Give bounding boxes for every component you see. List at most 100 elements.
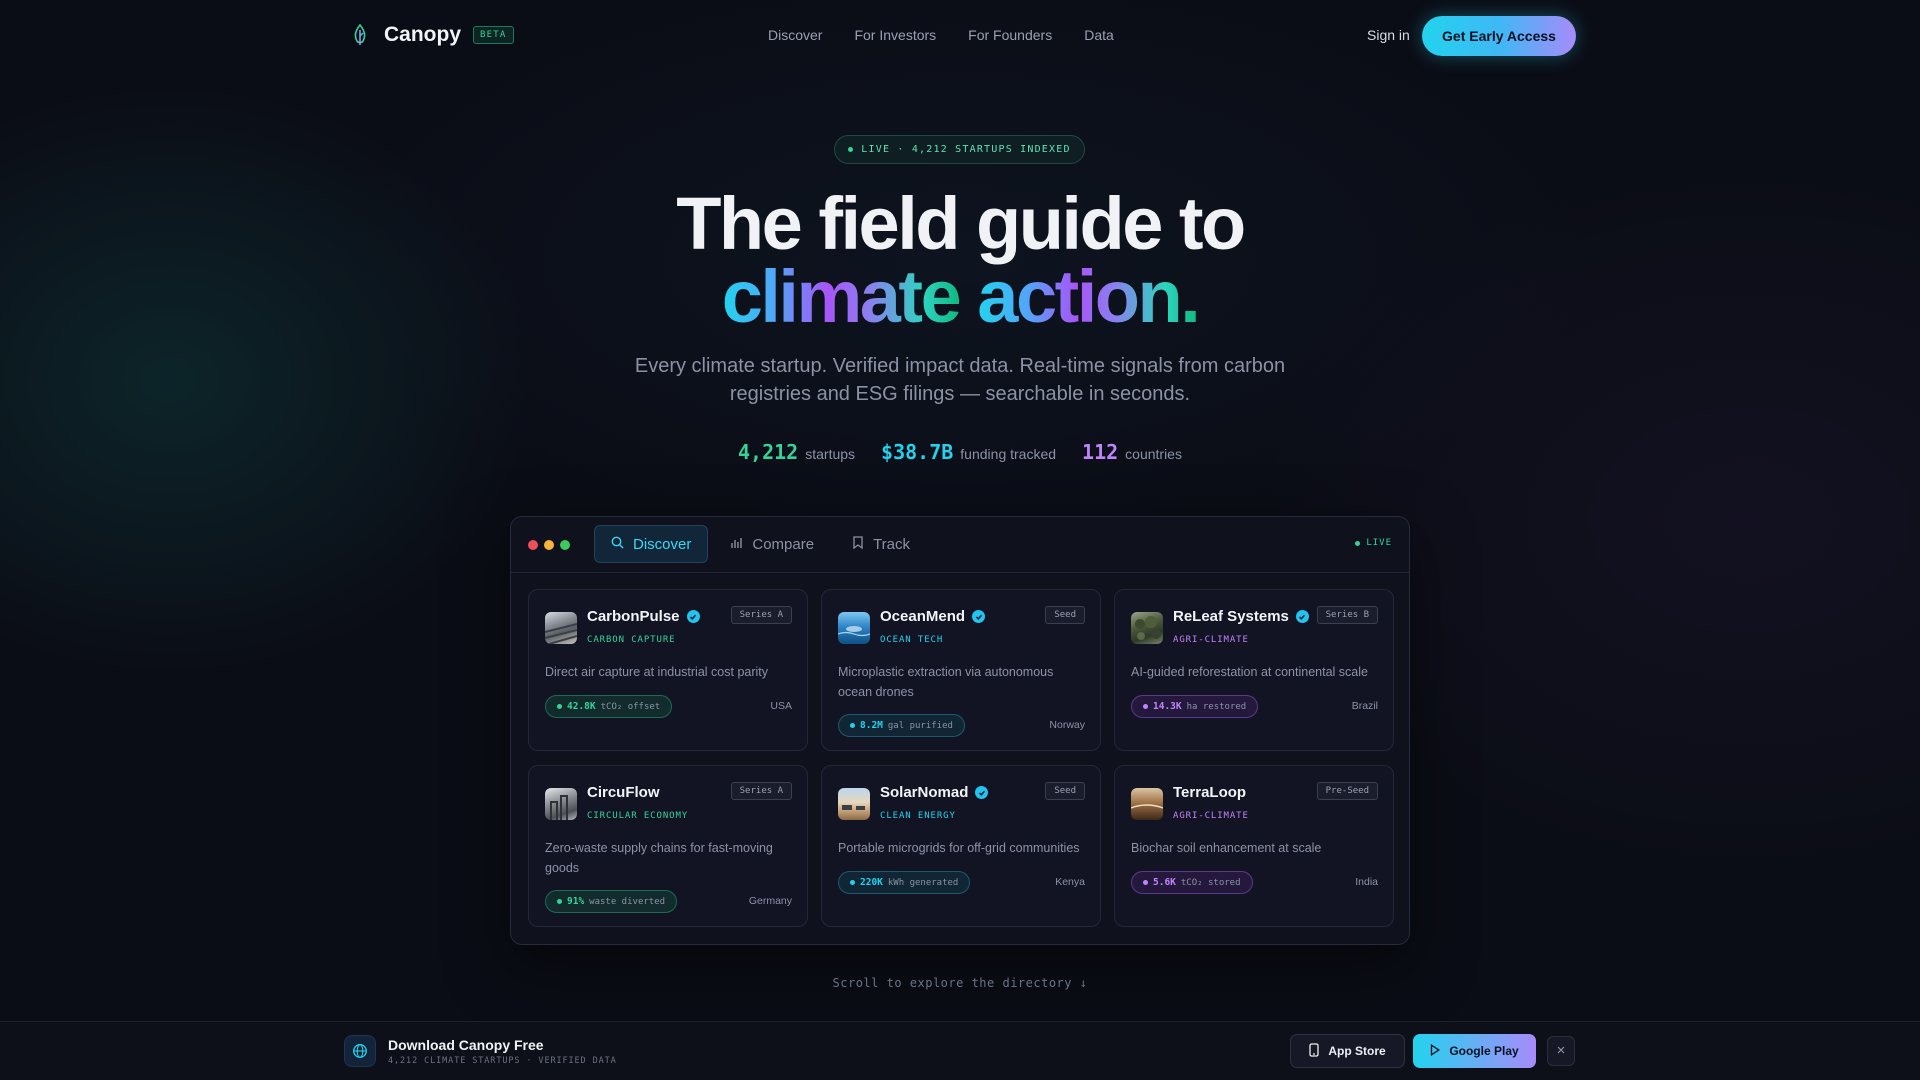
window-toolbar: Discover Compare Track LIVE [511, 517, 1409, 573]
stat-label: startups [805, 446, 856, 462]
top-nav: Canopy BETA Discover For Investors For F… [0, 0, 1920, 72]
scroll-hint[interactable]: Scroll to explore the directory ↓ [0, 976, 1920, 990]
company-country: Norway [1049, 719, 1085, 731]
startup-card-oceanmend[interactable]: OceanMend OCEAN TECH Seed Microplastic e… [821, 589, 1101, 751]
live-pill-text: LIVE · 4,212 STARTUPS INDEXED [861, 144, 1071, 155]
company-description: Biochar soil enhancement at scale [1131, 841, 1322, 855]
impact-metric-pill: 8.2M gal purified [838, 714, 965, 737]
startup-card-grid: CarbonPulse CARBON CAPTURE Series A Dire… [528, 589, 1394, 927]
company-category: CLEAN ENERGY [880, 811, 956, 821]
metric-dot-icon [557, 899, 562, 904]
brand[interactable]: Canopy BETA [348, 23, 514, 47]
hero-title-line2: climate action. [0, 260, 1920, 334]
startup-card-circuflow[interactable]: CircuFlow CIRCULAR ECONOMY Series A Zero… [528, 765, 808, 927]
tab-track[interactable]: Track [836, 525, 926, 563]
nav-link-for-investors[interactable]: For Investors [854, 27, 936, 43]
bar-chart-icon [730, 536, 743, 553]
bookmark-icon [852, 535, 864, 553]
search-icon [611, 536, 624, 553]
company-name-row: CircuFlow [587, 784, 660, 801]
window-controls [528, 540, 570, 550]
play-icon [1430, 1043, 1441, 1059]
company-name: CarbonPulse [587, 608, 680, 625]
brand-name: Canopy [384, 23, 462, 46]
nav-link-data[interactable]: Data [1084, 27, 1114, 43]
verified-check-icon [1295, 610, 1309, 623]
verified-check-icon [975, 786, 989, 799]
company-logo-circuflow [545, 788, 577, 820]
company-country: India [1355, 876, 1378, 888]
startup-card-releaf-systems[interactable]: ReLeaf Systems AGRI-CLIMATE Series B AI-… [1114, 589, 1394, 751]
google-play-button[interactable]: Google Play [1413, 1034, 1536, 1068]
stat-label: funding tracked [960, 446, 1057, 462]
metric-dot-icon [850, 723, 855, 728]
metric-dot-icon [557, 704, 562, 709]
nav-links: Discover For Investors For Founders Data [768, 27, 1114, 43]
tab-compare[interactable]: Compare [714, 525, 830, 563]
company-name-row: ReLeaf Systems [1173, 608, 1309, 625]
metric-value: 42.8K [567, 701, 596, 712]
tab-label: Discover [633, 535, 692, 553]
leaf-logo-icon [348, 23, 372, 47]
stat-startups: 4,212 startups [738, 440, 855, 464]
nav-link-for-founders[interactable]: For Founders [968, 27, 1052, 43]
company-category: CIRCULAR ECONOMY [587, 811, 689, 821]
live-dot-icon [1355, 540, 1361, 546]
funding-stage-badge: Pre-Seed [1316, 782, 1378, 800]
funding-stage-badge: Series A [730, 782, 792, 800]
startup-card-terraloop[interactable]: TerraLoop AGRI-CLIMATE Pre-Seed Biochar … [1114, 765, 1394, 927]
company-country: Kenya [1055, 876, 1085, 888]
get-early-access-button[interactable]: Get Early Access [1422, 16, 1576, 56]
app-store-button[interactable]: App Store [1290, 1034, 1405, 1068]
company-name: ReLeaf Systems [1173, 608, 1289, 625]
beta-badge: BETA [473, 26, 514, 44]
sign-in-link[interactable]: Sign in [1367, 27, 1410, 43]
hero-title-line1: The field guide to [676, 182, 1246, 265]
stat-label: countries [1125, 446, 1182, 462]
company-country: Brazil [1351, 700, 1378, 712]
funding-stage-badge: Seed [1045, 782, 1085, 800]
company-category: CARBON CAPTURE [587, 635, 676, 645]
hero-title-word-action: action. [977, 255, 1200, 338]
metric-unit: ha restored [1186, 701, 1247, 712]
stat-funding: $38.7B funding tracked [881, 440, 1056, 464]
download-subtitle: 4,212 CLIMATE STARTUPS · VERIFIED DATA [388, 1056, 617, 1066]
close-icon [1556, 1042, 1566, 1060]
company-country: Germany [748, 895, 792, 907]
impact-metric-pill: 91% waste diverted [545, 890, 678, 913]
company-name-row: OceanMend [880, 608, 986, 625]
tab-label: Track [873, 535, 911, 553]
company-logo-carbonpulse [545, 612, 577, 644]
verified-check-icon [972, 610, 986, 623]
nav-link-discover[interactable]: Discover [768, 27, 822, 43]
company-description: AI-guided reforestation at continental s… [1131, 665, 1368, 679]
close-dot-icon [528, 540, 538, 550]
stat-value: 112 [1082, 440, 1119, 464]
company-category: OCEAN TECH [880, 635, 944, 645]
close-banner-button[interactable] [1547, 1036, 1575, 1066]
globe-icon [344, 1035, 376, 1067]
funding-stage-badge: Series B [1316, 606, 1378, 624]
app-tabs: Discover Compare Track [594, 525, 926, 563]
metric-value: 220K [860, 877, 883, 888]
company-name: SolarNomad [880, 784, 969, 801]
company-description: Microplastic extraction via autonomous o… [838, 665, 1054, 699]
metric-unit: waste diverted [589, 896, 666, 907]
startup-card-solarnomad[interactable]: SolarNomad CLEAN ENERGY Seed Portable mi… [821, 765, 1101, 927]
company-logo-solarnomad [838, 788, 870, 820]
metric-unit: tCO₂ offset [600, 701, 661, 712]
tab-discover[interactable]: Discover [594, 525, 709, 563]
funding-stage-badge: Series A [730, 606, 792, 624]
company-name: OceanMend [880, 608, 966, 625]
phone-icon [1309, 1042, 1319, 1060]
stat-value: $38.7B [881, 440, 954, 464]
download-title: Download Canopy Free [388, 1037, 544, 1053]
startup-card-carbonpulse[interactable]: CarbonPulse CARBON CAPTURE Series A Dire… [528, 589, 808, 751]
company-description: Zero-waste supply chains for fast-moving… [545, 841, 773, 875]
metric-dot-icon [1143, 704, 1148, 709]
metric-unit: tCO₂ stored [1180, 877, 1241, 888]
minimize-dot-icon [544, 540, 554, 550]
metric-value: 91% [567, 896, 585, 907]
company-country: USA [770, 700, 792, 712]
company-category: AGRI-CLIMATE [1173, 635, 1249, 645]
